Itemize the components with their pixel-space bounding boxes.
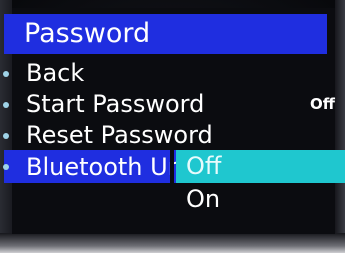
option-label: Off	[186, 152, 222, 180]
option-dropdown: Off On	[176, 150, 345, 216]
dropdown-divider	[170, 150, 174, 216]
menu-item-label: Start Password	[26, 90, 205, 118]
menu-item-reset-password[interactable]: Reset Password	[0, 120, 340, 150]
bullet-icon	[3, 71, 9, 77]
menu-item-start-password[interactable]: Start Password Off	[0, 89, 340, 119]
menu-item-value: Off	[310, 95, 335, 113]
device-photo: Password Back Start Password Off Reset P…	[0, 0, 345, 253]
menu-item-label: Back	[26, 59, 85, 87]
option-on[interactable]: On	[176, 183, 345, 216]
page-title: Password	[24, 18, 151, 49]
bullet-icon	[3, 102, 9, 108]
menu-item-label: Bluetooth Ur	[26, 153, 178, 181]
option-off[interactable]: Off	[176, 150, 345, 183]
bezel-bottom	[0, 233, 345, 253]
option-label: On	[186, 185, 221, 213]
menu-item-label: Reset Password	[26, 121, 213, 149]
menu-item-bluetooth-unlock[interactable]: Bluetooth Ur	[3, 150, 178, 183]
bullet-icon	[3, 164, 9, 170]
title-bar: Password	[4, 14, 327, 54]
menu-item-back[interactable]: Back	[0, 58, 340, 88]
bullet-icon	[3, 133, 9, 139]
